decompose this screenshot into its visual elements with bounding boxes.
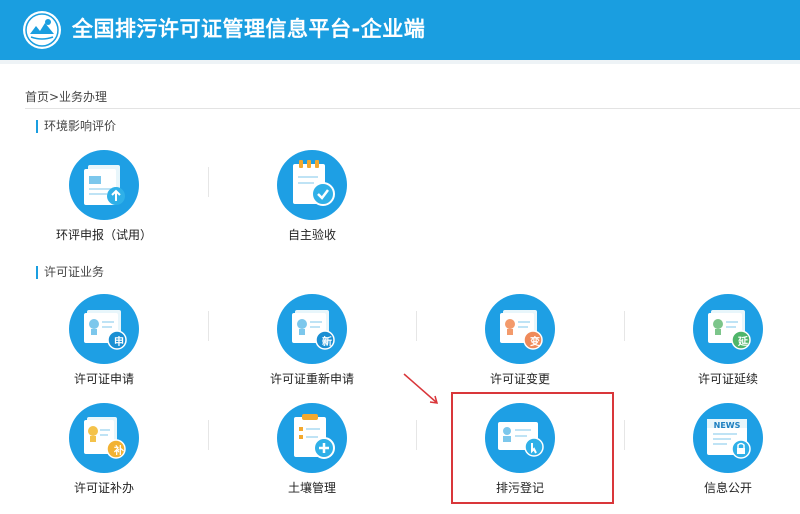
tile-label: 土壤管理 <box>287 481 336 495</box>
tile-label: 许可证申请 <box>73 372 134 386</box>
tile-label: 信息公开 <box>703 481 752 495</box>
badge-text: 补 <box>114 446 124 457</box>
badge-text: 变 <box>530 337 540 348</box>
permit-certificate-icon <box>485 294 555 364</box>
permit-certificate-icon <box>69 294 139 364</box>
section-title-eia: 环境影响评价 <box>36 120 116 133</box>
tile-permit-renewal[interactable]: 许可证延续 <box>628 294 800 394</box>
annotation-arrow-icon <box>403 373 439 404</box>
tile-label: 环评申报（试用） <box>55 228 152 242</box>
badge-text: 新 <box>322 337 332 348</box>
breadcrumb-divider <box>25 108 800 109</box>
tile-separator <box>208 311 209 341</box>
highlight-box <box>451 392 614 504</box>
tile-separator <box>208 420 209 450</box>
permit-certificate-icon <box>693 294 763 364</box>
checklist-approved-icon <box>277 150 347 220</box>
app-title: 全国排污许可证管理信息平台-企业端 <box>72 17 426 41</box>
breadcrumb[interactable]: 首页>业务办理 <box>25 88 107 105</box>
clipboard-add-icon <box>277 403 347 473</box>
ministry-emblem-icon <box>23 11 61 49</box>
badge-text: NEWS <box>713 421 741 430</box>
section-title-permit: 许可证业务 <box>36 266 104 279</box>
document-upload-icon <box>69 150 139 220</box>
tile-label: 许可证补办 <box>73 481 134 495</box>
tile-permit-change[interactable]: 许可证变更 <box>420 294 620 394</box>
tile-separator <box>416 311 417 341</box>
badge-text: 申 <box>114 337 124 348</box>
tile-info-disclosure[interactable]: 信息公开 <box>628 403 800 503</box>
tile-separator <box>208 167 209 197</box>
tile-separator <box>624 311 625 341</box>
tile-permit-reissue[interactable]: 许可证补办 <box>4 403 204 503</box>
tile-label: 自主验收 <box>287 228 336 242</box>
tile-label: 许可证变更 <box>489 372 550 386</box>
top-header: 全国排污许可证管理信息平台-企业端 <box>0 0 800 60</box>
tile-self-acceptance[interactable]: 自主验收 <box>212 150 412 250</box>
tile-permit-apply[interactable]: 许可证申请 <box>4 294 204 394</box>
tile-soil-management[interactable]: 土壤管理 <box>212 403 412 503</box>
tile-permit-reapply[interactable]: 许可证重新申请 <box>212 294 412 394</box>
tile-label: 许可证延续 <box>697 372 758 386</box>
badge-text: 延 <box>738 337 748 348</box>
tile-separator <box>624 420 625 450</box>
tile-eia-declaration[interactable]: 环评申报（试用） <box>4 150 204 250</box>
permit-certificate-icon <box>277 294 347 364</box>
tile-separator <box>416 420 417 450</box>
permit-certificate-icon <box>69 403 139 473</box>
header-divider <box>0 60 800 64</box>
news-lock-icon <box>693 403 763 473</box>
tile-label: 许可证重新申请 <box>269 372 354 386</box>
